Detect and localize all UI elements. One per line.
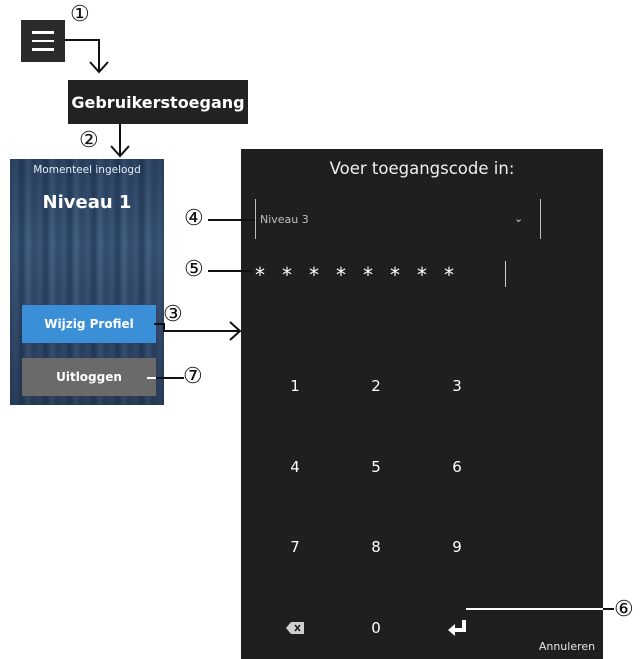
- backspace-icon[interactable]: [265, 608, 325, 648]
- chevron-down-icon[interactable]: ⌄: [514, 212, 523, 225]
- enter-icon-glyph: [448, 620, 466, 636]
- callout-5: ⑤: [184, 257, 204, 282]
- backspace-icon-glyph: [286, 622, 304, 634]
- password-mask: ********: [255, 263, 471, 287]
- key-4[interactable]: 4: [265, 447, 325, 487]
- key-3[interactable]: 3: [427, 366, 487, 406]
- callout-7: ⑦: [183, 364, 203, 389]
- logged-in-label: Momenteel ingelogd: [33, 164, 141, 176]
- cancel-button[interactable]: Annuleren: [531, 635, 603, 657]
- key-0[interactable]: 0: [346, 608, 406, 648]
- password-input[interactable]: ********: [255, 259, 506, 289]
- level-select[interactable]: Niveau 3 ⌄: [255, 199, 541, 239]
- key-7[interactable]: 7: [265, 527, 325, 567]
- dialog-title: Voer toegangscode in:: [329, 159, 515, 178]
- hamburger-menu-icon[interactable]: [21, 20, 65, 62]
- key-2[interactable]: 2: [346, 366, 406, 406]
- key-1[interactable]: 1: [265, 366, 325, 406]
- user-profile-panel: Momenteel ingelogd Niveau 1 Wijzig Profi…: [10, 159, 164, 405]
- callout-3: ③: [163, 302, 183, 327]
- key-5[interactable]: 5: [346, 447, 406, 487]
- callout-4: ④: [184, 206, 204, 231]
- hamburger-line: [32, 31, 54, 34]
- hamburger-line: [32, 39, 54, 43]
- enter-icon[interactable]: [427, 608, 487, 648]
- key-6[interactable]: 6: [427, 447, 487, 487]
- hamburger-line: [32, 48, 54, 51]
- logout-button[interactable]: Uitloggen: [22, 358, 156, 396]
- callout-1: ①: [70, 2, 90, 27]
- key-8[interactable]: 8: [346, 527, 406, 567]
- callout-6: ⑥: [614, 597, 634, 622]
- text-caret: [505, 261, 506, 287]
- current-level-label: Niveau 1: [42, 192, 132, 213]
- key-9[interactable]: 9: [427, 527, 487, 567]
- level-select-value: Niveau 3: [260, 213, 309, 226]
- access-code-dialog: Voer toegangscode in: Niveau 3 ⌄ *******…: [241, 149, 603, 659]
- user-access-menu-item[interactable]: Gebruikerstoegang: [68, 80, 248, 124]
- callout-2: ②: [79, 128, 99, 153]
- change-profile-button[interactable]: Wijzig Profiel: [22, 305, 156, 343]
